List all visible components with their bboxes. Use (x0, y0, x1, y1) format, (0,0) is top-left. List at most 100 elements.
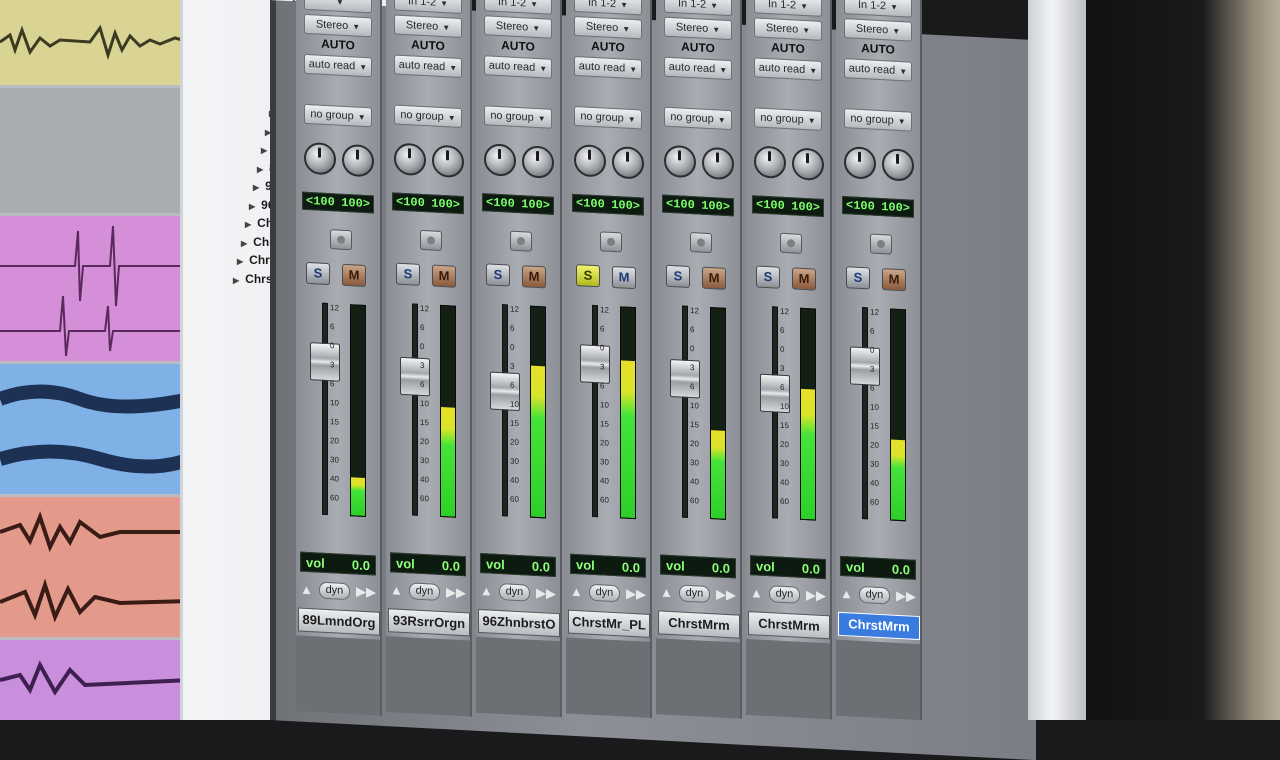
output-selector[interactable]: Stereo ▼ (754, 17, 822, 41)
fast-forward-icon[interactable]: ▶▶ (716, 586, 736, 603)
dyn-button[interactable]: dyn (498, 582, 531, 602)
track-name-button[interactable]: ChrstMrm (748, 611, 830, 640)
output-selector[interactable]: Stereo ▼ (304, 13, 372, 38)
automation-mode-selector[interactable]: auto read ▼ (394, 54, 462, 79)
mute-button[interactable]: M (522, 265, 546, 289)
input-selector[interactable]: In 1-2 ▼ (574, 0, 642, 16)
group-selector[interactable]: no group ▼ (304, 103, 372, 128)
fast-forward-icon[interactable]: ▶▶ (446, 584, 466, 601)
solo-button[interactable]: S (576, 264, 600, 288)
automation-mode-selector[interactable]: auto read ▼ (664, 56, 732, 81)
track-name-button[interactable]: 93RsrrOrgn (388, 608, 470, 637)
output-selector[interactable]: Stereo ▼ (574, 15, 642, 40)
fast-forward-icon[interactable]: ▶▶ (356, 584, 376, 601)
mute-button[interactable]: M (432, 264, 456, 288)
pan-right-knob[interactable] (702, 146, 734, 181)
volume-fader[interactable]: 12 6 0 3 6 10 15 20 30 40 60 (574, 304, 644, 523)
nudge-up-icon[interactable]: ▲ (570, 583, 583, 599)
group-selector[interactable]: no group ▼ (574, 105, 642, 130)
record-enable-button[interactable] (600, 231, 622, 253)
output-selector[interactable]: Stereo ▼ (844, 18, 912, 42)
mute-button[interactable]: M (702, 266, 726, 290)
disclosure-triangle-icon[interactable]: ▶ (261, 146, 267, 155)
group-selector[interactable]: no group ▼ (394, 104, 462, 129)
mute-button[interactable]: M (882, 268, 906, 292)
disclosure-triangle-icon[interactable]: ▶ (253, 183, 259, 192)
group-selector[interactable]: no group ▼ (844, 108, 912, 132)
volume-fader[interactable]: 12 6 0 3 6 10 15 20 30 40 60 (664, 305, 734, 524)
volume-fader[interactable]: 12 6 0 3 6 10 15 20 30 40 60 (754, 305, 824, 524)
nudge-up-icon[interactable]: ▲ (840, 585, 853, 601)
disclosure-triangle-icon[interactable]: ▶ (241, 239, 247, 248)
disclosure-triangle-icon[interactable]: ▶ (257, 165, 263, 174)
track-name-button[interactable]: 89LmndOrg (298, 607, 380, 636)
input-selector[interactable]: In 1-2 ▼ (754, 0, 822, 17)
group-selector[interactable]: no group ▼ (754, 107, 822, 131)
solo-button[interactable]: S (306, 261, 330, 286)
volume-fader[interactable]: 12 6 0 3 6 10 15 20 30 40 60 (844, 306, 914, 525)
pan-right-knob[interactable] (612, 145, 644, 180)
record-enable-button[interactable] (510, 230, 532, 252)
pan-left-knob[interactable] (304, 141, 336, 176)
pan-right-knob[interactable] (522, 145, 554, 179)
record-enable-button[interactable] (690, 232, 712, 254)
nudge-up-icon[interactable]: ▲ (300, 581, 313, 597)
pan-left-knob[interactable] (574, 143, 606, 178)
output-selector[interactable]: Stereo ▼ (484, 15, 552, 39)
volume-fader[interactable]: 12 6 0 3 6 10 15 20 30 40 60 (304, 302, 374, 521)
mute-button[interactable]: M (612, 265, 636, 290)
pan-right-knob[interactable] (432, 144, 464, 179)
solo-button[interactable]: S (666, 264, 690, 289)
automation-mode-selector[interactable]: auto read ▼ (574, 55, 642, 80)
nudge-up-icon[interactable]: ▲ (480, 583, 493, 599)
input-selector[interactable]: In 1-2 ▼ (484, 0, 552, 15)
group-selector[interactable]: no group ▼ (664, 106, 732, 131)
automation-mode-selector[interactable]: auto read ▼ (844, 58, 912, 82)
solo-button[interactable]: S (486, 263, 510, 287)
fast-forward-icon[interactable]: ▶▶ (806, 587, 826, 604)
dyn-button[interactable]: dyn (408, 581, 441, 601)
output-selector[interactable]: Stereo ▼ (394, 14, 462, 39)
automation-mode-selector[interactable]: auto read ▼ (484, 55, 552, 79)
fast-forward-icon[interactable]: ▶▶ (536, 585, 556, 602)
audio-clip[interactable] (0, 364, 190, 494)
input-selector[interactable]: In 1-2 ▼ (844, 0, 912, 18)
fast-forward-icon[interactable]: ▶▶ (626, 586, 646, 603)
track-name-button[interactable]: ChrstMrm (838, 611, 920, 641)
record-enable-button[interactable] (870, 233, 892, 255)
mute-button[interactable]: M (792, 267, 816, 291)
track-name-button[interactable]: ChrstMrm (658, 610, 740, 639)
track-name-button[interactable]: ChrstMr_PL (568, 609, 650, 638)
pan-left-knob[interactable] (844, 146, 876, 180)
volume-fader[interactable]: 12 6 0 3 6 10 15 20 30 40 60 (484, 303, 554, 522)
nudge-up-icon[interactable]: ▲ (390, 582, 403, 598)
disclosure-triangle-icon[interactable]: ▶ (245, 220, 251, 229)
pan-right-knob[interactable] (882, 148, 914, 182)
pan-left-knob[interactable] (754, 145, 786, 180)
track-name-button[interactable]: 96ZhnbrstO (478, 608, 560, 638)
solo-button[interactable]: S (756, 265, 780, 289)
output-selector[interactable]: Stereo ▼ (664, 16, 732, 41)
pan-left-knob[interactable] (394, 142, 426, 177)
input-selector[interactable]: ▼ (304, 0, 372, 14)
solo-button[interactable]: S (846, 266, 870, 290)
automation-mode-selector[interactable]: auto read ▼ (304, 53, 372, 78)
nudge-up-icon[interactable]: ▲ (660, 584, 673, 600)
solo-button[interactable]: S (396, 262, 420, 286)
disclosure-triangle-icon[interactable]: ▶ (237, 257, 243, 266)
mute-button[interactable]: M (342, 263, 366, 288)
nudge-up-icon[interactable]: ▲ (750, 585, 763, 601)
pan-left-knob[interactable] (484, 143, 516, 177)
fast-forward-icon[interactable]: ▶▶ (896, 588, 916, 605)
record-enable-button[interactable] (330, 229, 352, 251)
disclosure-triangle-icon[interactable]: ▶ (233, 276, 239, 285)
input-selector[interactable]: In 1-2 ▼ (394, 0, 462, 15)
dyn-button[interactable]: dyn (678, 583, 711, 603)
volume-fader[interactable]: 12 6 0 3 6 10 15 20 30 40 60 (394, 302, 464, 521)
pan-right-knob[interactable] (792, 147, 824, 182)
dyn-button[interactable]: dyn (768, 584, 801, 604)
dyn-button[interactable]: dyn (588, 583, 621, 602)
automation-mode-selector[interactable]: auto read ▼ (754, 57, 822, 81)
dyn-button[interactable]: dyn (858, 585, 891, 605)
pan-right-knob[interactable] (342, 143, 374, 178)
